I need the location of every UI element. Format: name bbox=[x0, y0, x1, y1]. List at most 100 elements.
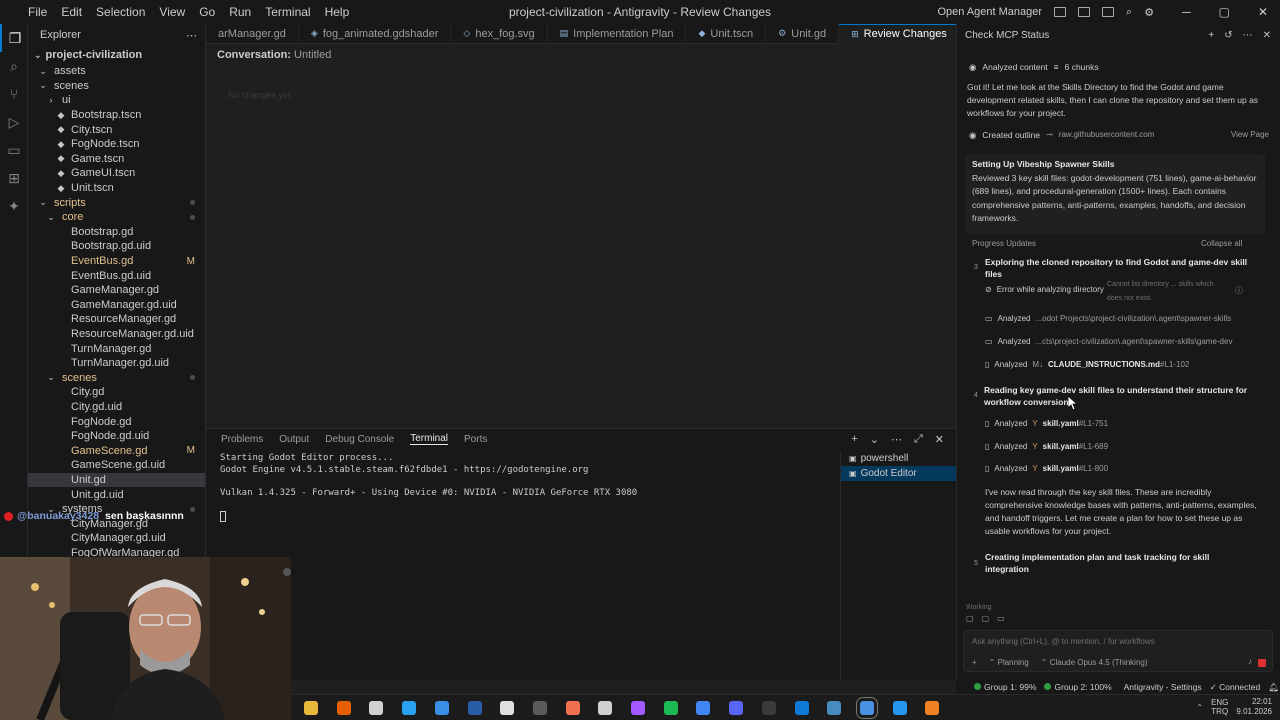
tree-file[interactable]: Bootstrap.gd.uid bbox=[28, 239, 205, 254]
antigravity-icon[interactable] bbox=[855, 697, 878, 719]
undo-icon[interactable]: ▢ bbox=[982, 614, 990, 623]
group1-status[interactable]: Group 1: 99% bbox=[974, 682, 1036, 692]
group2-status[interactable]: Group 2: 100% bbox=[1044, 682, 1112, 692]
tree-file[interactable]: City.gd bbox=[28, 385, 205, 400]
tree-folder[interactable]: ⌄ assets bbox=[28, 64, 205, 79]
tree-file[interactable]: City.gd.uid bbox=[28, 400, 205, 415]
analyzed-content-row[interactable]: ◉ Analyzed content ≡ 6 chunks bbox=[969, 62, 1099, 73]
analyzed-row[interactable]: ▭ Analyzed ...odot Projects\project-civi… bbox=[985, 314, 1231, 323]
tree-folder[interactable]: ⌄ scenes bbox=[28, 79, 205, 94]
extensions-icon[interactable]: ⊞ bbox=[0, 164, 28, 192]
settings-icon[interactable]: ⚙ bbox=[1144, 6, 1154, 19]
close-window-icon[interactable]: ✕ bbox=[1258, 5, 1268, 19]
panel-tab-problems[interactable]: Problems bbox=[221, 434, 263, 445]
tree-file[interactable]: FogNode.gd bbox=[28, 414, 205, 429]
vscode-blue-icon[interactable] bbox=[434, 701, 449, 715]
tray-chevron-icon[interactable]: ⌃ bbox=[1196, 703, 1203, 712]
figma-icon[interactable] bbox=[631, 701, 645, 715]
new-chat-icon[interactable]: + bbox=[1208, 30, 1214, 41]
mic-icon[interactable]: ♪ bbox=[1248, 657, 1252, 666]
tree-file[interactable]: GameScene.gd.uid bbox=[28, 458, 205, 473]
analyzed-row[interactable]: ▯ Analyzed M↓ CLAUDE_INSTRUCTIONS.md #L1… bbox=[985, 360, 1189, 369]
tree-file[interactable]: GameManager.gd bbox=[28, 283, 205, 298]
tree-file[interactable]: Bootstrap.gd bbox=[28, 225, 205, 240]
panel-tab-ports[interactable]: Ports bbox=[464, 434, 487, 445]
settings-status[interactable]: Antigravity - Settings bbox=[1124, 682, 1202, 692]
editor-tab[interactable]: ▤ Implementation Plan bbox=[548, 23, 687, 44]
copy-icon[interactable]: ▢ bbox=[966, 614, 974, 623]
model-selector[interactable]: ⌃ Claude Opus 4.5 (Thinking) bbox=[1041, 658, 1148, 667]
firefox-icon[interactable] bbox=[336, 701, 351, 715]
menu-item-terminal[interactable]: Terminal bbox=[265, 5, 310, 19]
project-root[interactable]: ⌄ project-civilization bbox=[28, 46, 205, 64]
search-icon[interactable]: ⌕ bbox=[1126, 6, 1132, 19]
tree-file[interactable]: FogNode.gd.uid bbox=[28, 429, 205, 444]
clock-icon[interactable] bbox=[598, 701, 613, 715]
tree-file[interactable]: GameScene.gd M bbox=[28, 443, 205, 458]
run-debug-icon[interactable]: ▷ bbox=[0, 108, 28, 136]
tree-file[interactable]: Unit.gd.uid bbox=[28, 487, 205, 502]
unity-icon[interactable] bbox=[500, 701, 515, 715]
tree-file[interactable]: TurnManager.gd.uid bbox=[28, 356, 205, 371]
steam-icon[interactable] bbox=[467, 701, 482, 715]
app-icon[interactable] bbox=[402, 701, 417, 715]
docker-icon[interactable] bbox=[892, 701, 907, 715]
terminal-icon[interactable] bbox=[761, 701, 776, 715]
mode-selector[interactable]: ⌃ Planning bbox=[989, 658, 1029, 667]
clock[interactable]: 22:01 9.01.2026 bbox=[1236, 697, 1272, 717]
obs-icon[interactable] bbox=[532, 701, 547, 715]
menu-item-help[interactable]: Help bbox=[325, 5, 350, 19]
add-context-icon[interactable]: + bbox=[972, 658, 977, 667]
tree-file[interactable]: TurnManager.gd bbox=[28, 341, 205, 356]
terminal-item[interactable]: ▣ Godot Editor bbox=[841, 466, 956, 481]
info-icon[interactable]: ⓘ bbox=[1235, 285, 1243, 296]
tree-file[interactable]: ◆ GameUI.tscn bbox=[28, 166, 205, 181]
editor-tab[interactable]: ◈ fog_animated.gdshader bbox=[299, 23, 452, 44]
app-red-icon[interactable] bbox=[565, 701, 580, 715]
menu-item-view[interactable]: View bbox=[159, 5, 185, 19]
created-outline-row[interactable]: ◉ Created outline ⊸ raw.githubuserconten… bbox=[969, 130, 1269, 141]
editor-tab[interactable]: ◇ hex_fog.svg bbox=[451, 23, 548, 44]
tree-file[interactable]: ◆ Game.tscn bbox=[28, 152, 205, 167]
bell-icon[interactable]: 🔔︎ bbox=[1268, 682, 1279, 693]
tree-folder[interactable]: ⌄ scripts bbox=[28, 195, 205, 210]
chrome-icon[interactable] bbox=[696, 701, 711, 715]
tree-file[interactable]: ◆ City.tscn bbox=[28, 122, 205, 137]
agent-icon[interactable]: ✦ bbox=[0, 192, 28, 220]
menu-item-go[interactable]: Go bbox=[199, 5, 215, 19]
editor-tab[interactable]: ⚙ Unit.gd bbox=[766, 23, 840, 44]
connected-status[interactable]: ✓ Connected bbox=[1210, 682, 1261, 693]
tree-file[interactable]: EventBus.gd.uid bbox=[28, 268, 205, 283]
maximize-icon[interactable]: ▢ bbox=[1219, 5, 1230, 19]
menu-item-selection[interactable]: Selection bbox=[96, 5, 145, 19]
step-title[interactable]: Reading key game-dev skill files to unde… bbox=[984, 384, 1256, 408]
tree-file[interactable]: Unit.gd bbox=[28, 472, 205, 488]
godot-icon[interactable] bbox=[827, 701, 842, 715]
tree-folder[interactable]: ⌄ scenes bbox=[28, 370, 205, 385]
collapse-all-button[interactable]: Collapse all bbox=[1201, 239, 1242, 248]
panel-tab-terminal[interactable]: Terminal bbox=[410, 433, 449, 445]
tree-file[interactable]: ◆ Unit.tscn bbox=[28, 181, 205, 196]
remote-explorer-icon[interactable]: ▭ bbox=[0, 136, 28, 164]
toggle-panel-icon[interactable] bbox=[1102, 7, 1115, 17]
cloud-icon[interactable] bbox=[925, 701, 940, 715]
analyzed-row[interactable]: ▯ Analyzed Yskill.yaml #L1-751 bbox=[985, 419, 1108, 428]
view-page-link[interactable]: View Page bbox=[1231, 130, 1269, 141]
step-title[interactable]: Creating implementation plan and task tr… bbox=[985, 551, 1235, 575]
search-icon[interactable]: ⌕ bbox=[0, 52, 28, 80]
minimize-icon[interactable]: ─ bbox=[1182, 5, 1191, 19]
menu-item-edit[interactable]: Edit bbox=[61, 5, 82, 19]
editor-tab[interactable]: arManager.gd bbox=[206, 23, 299, 44]
chrome-dev-icon[interactable] bbox=[369, 701, 384, 715]
panel-tab-debug-console[interactable]: Debug Console bbox=[325, 434, 394, 445]
discord-icon[interactable] bbox=[729, 701, 744, 715]
vscode-icon[interactable] bbox=[794, 701, 809, 715]
terminal-output[interactable]: Starting Godot Editor process... Godot En… bbox=[220, 453, 637, 499]
feedback-icon[interactable]: ▭ bbox=[997, 614, 1005, 623]
analyzed-row[interactable]: ▯ Analyzed Yskill.yaml #L1-800 bbox=[985, 464, 1108, 473]
explorer-icon[interactable]: ❐ bbox=[0, 24, 28, 52]
more-actions-icon[interactable]: ⋯ bbox=[891, 433, 902, 446]
tree-file[interactable]: ◆ FogNode.tscn bbox=[28, 137, 205, 152]
step-title[interactable]: Exploring the cloned repository to find … bbox=[985, 256, 1257, 280]
open-agent-manager-button[interactable]: Open Agent Manager bbox=[937, 6, 1042, 18]
